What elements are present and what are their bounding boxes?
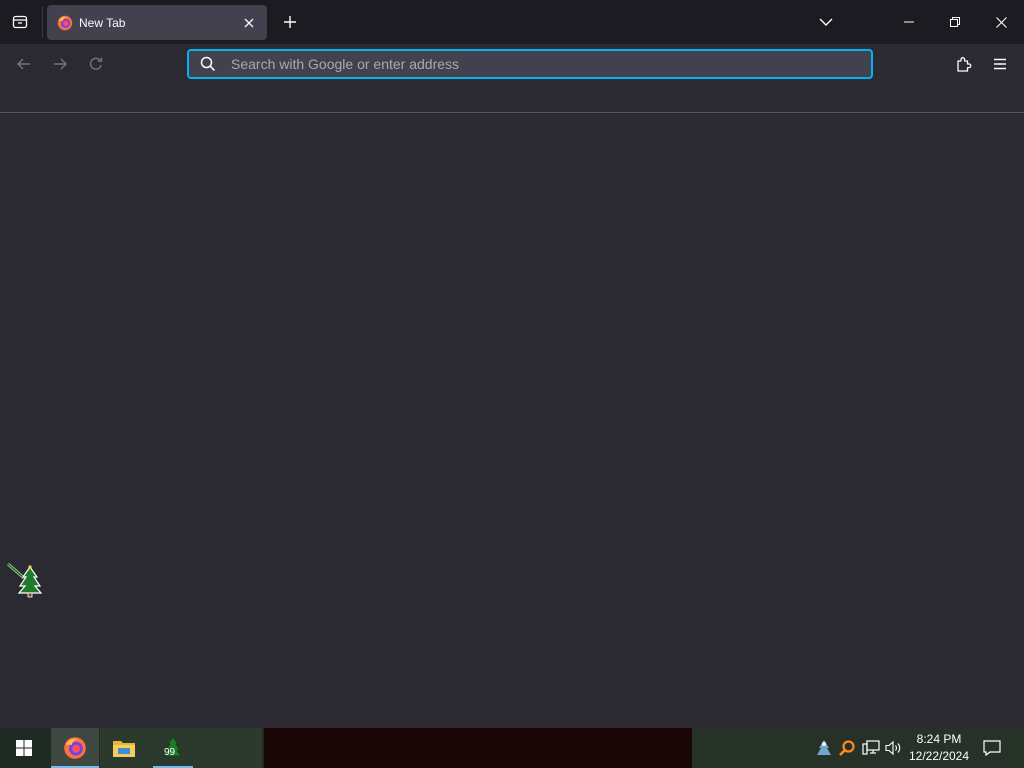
taskbar-wallpaper-segment [264,728,692,768]
puzzle-piece-icon [957,57,972,72]
window-close-button[interactable] [978,0,1024,44]
navigation-toolbar [0,44,1024,84]
new-tab-button[interactable] [274,6,306,38]
hamburger-menu-icon [994,58,1006,70]
firefox-icon [57,15,73,30]
notification-icon [983,740,1001,756]
tab-new-tab[interactable]: New Tab [47,5,267,40]
app-menu-button[interactable] [984,48,1016,80]
christmas-tree-cursor-icon [7,562,42,598]
tray-people-icon[interactable] [814,738,834,758]
taskbar-wallpaper-segment [692,728,1024,768]
tab-separator [42,6,43,38]
firefox-window: New Tab [0,0,1024,728]
action-center-button[interactable] [980,736,1004,760]
tab-strip: New Tab [0,0,1024,44]
windows-logo-icon [16,740,32,756]
tab-manager-icon [12,15,28,29]
search-icon [199,55,217,73]
list-all-tabs-button[interactable] [810,6,842,38]
clock-date: 12/22/2024 [908,749,970,763]
taskbar-file-explorer-button[interactable] [100,728,148,768]
windows-taskbar: 99 8:24 PM 12/22/2024 [0,728,1024,768]
close-icon [244,18,254,27]
toolbar-spacer [0,84,1024,112]
arrow-right-icon [54,58,67,70]
plus-icon [284,16,296,28]
firefox-icon [64,737,86,759]
clock-time: 8:24 PM [916,732,962,746]
forward-button[interactable] [44,48,76,80]
taskbar-firefox-button[interactable] [51,728,99,768]
arrow-left-icon [17,58,30,70]
minimize-icon [904,21,914,23]
chevron-down-icon [819,18,833,26]
address-bar[interactable] [187,49,873,79]
volume-icon[interactable] [884,738,904,758]
tab-close-button[interactable] [239,13,259,33]
extensions-button[interactable] [948,48,980,80]
system-clock[interactable]: 8:24 PM 12/22/2024 [904,731,974,767]
url-input[interactable] [231,52,871,76]
minimize-button[interactable] [886,0,932,44]
file-explorer-icon [113,741,135,757]
tab-manager-button[interactable] [4,6,36,38]
start-button[interactable] [0,728,48,768]
page-content[interactable] [0,113,1024,728]
close-icon [995,16,1007,28]
back-button[interactable] [8,48,40,80]
tab-title: New Tab [79,15,126,30]
reload-button[interactable] [80,48,112,80]
tree-badge: 99 [164,747,176,758]
network-icon[interactable] [861,738,881,758]
tray-search-icon[interactable] [837,738,857,758]
reload-icon [89,57,103,70]
taskbar-tree-app-button[interactable]: 99 [149,728,197,768]
restore-button[interactable] [932,0,978,44]
restore-icon [950,17,960,27]
